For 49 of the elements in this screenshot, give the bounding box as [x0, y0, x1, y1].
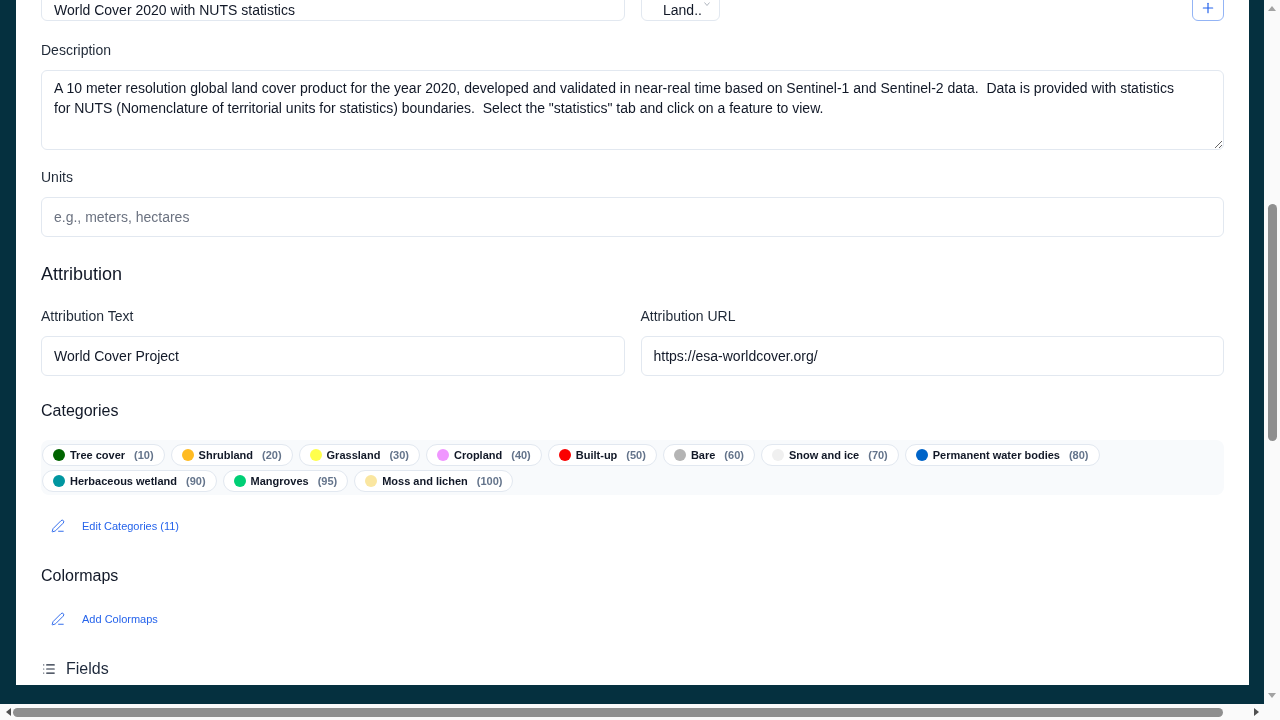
category-value: (50) — [626, 449, 646, 461]
category-value: (40) — [511, 449, 531, 461]
category-name: Built-up — [575, 449, 618, 461]
category-value: (10) — [134, 449, 154, 461]
name-field[interactable]: World Cover 2020 with NUTS statistics — [41, 0, 625, 21]
scrollbar-thumb[interactable] — [1267, 204, 1277, 441]
edit-categories-link[interactable]: Edit Categories (11) — [41, 510, 189, 542]
attribution-text-field[interactable]: World Cover Project — [41, 336, 625, 376]
category-name: Moss and lichen — [382, 475, 468, 487]
category-value: (30) — [389, 449, 409, 461]
section-heading: Fields — [66, 659, 109, 679]
pencil-icon — [51, 612, 65, 626]
category-name: Herbaceous wetland — [70, 475, 177, 487]
category-value: (80) — [1068, 449, 1089, 461]
attribution-url-field[interactable]: https://esa-worldcover.org/ — [640, 336, 1224, 376]
category-name: Mangroves — [250, 475, 309, 487]
units-field[interactable]: e.g., meters, hectares — [41, 197, 1224, 237]
category-value: (100) — [476, 475, 503, 487]
section-heading: Colormaps — [41, 566, 120, 586]
field-label: Units — [41, 168, 74, 187]
pencil-icon — [51, 519, 65, 533]
scroll-down-icon[interactable] — [1268, 693, 1276, 698]
category-name: Tree cover — [70, 449, 126, 461]
category-name: Snow and ice — [788, 449, 860, 461]
scroll-right-icon[interactable] — [1254, 708, 1259, 716]
category-name: Permanent water bodies — [932, 449, 1060, 461]
field-label: Description — [41, 41, 113, 60]
field-label: Attribution Text — [41, 307, 135, 326]
scroll-up-icon[interactable] — [1268, 6, 1276, 11]
field-label: Attribution URL — [640, 307, 737, 326]
description-field[interactable]: A 10 meter resolution global land cover product for the year 2020, developed and validated in near-real time based on Sentinel-1 and Sentinel-2 data. Data is provided with statistics for NUTS (Nomenclature of territorial units for statistics) boundaries. Select the "statistics" tab and click on a feature to view. — [41, 70, 1224, 150]
type-select[interactable]: Land.. — [641, 0, 720, 21]
category-value: (95) — [317, 475, 338, 487]
category-name: Shrubland — [198, 449, 253, 461]
category-name: Grassland — [326, 449, 381, 461]
category-name: Cropland — [453, 449, 503, 461]
category-value: (90) — [186, 475, 206, 487]
list-icon — [42, 662, 56, 676]
category-name: Bare — [690, 449, 716, 461]
category-value: (20) — [262, 449, 282, 461]
category-value: (70) — [868, 449, 888, 461]
caret-icon — [703, 2, 710, 6]
plus-icon — [1200, 0, 1216, 16]
section-heading: Categories — [41, 401, 120, 421]
section-heading: Attribution — [41, 263, 124, 286]
category-value: (60) — [724, 449, 744, 461]
scrollbar-thumb[interactable] — [13, 707, 1223, 717]
add-colormaps-link[interactable]: Add Colormaps — [41, 603, 168, 635]
scroll-left-icon[interactable] — [6, 708, 11, 716]
